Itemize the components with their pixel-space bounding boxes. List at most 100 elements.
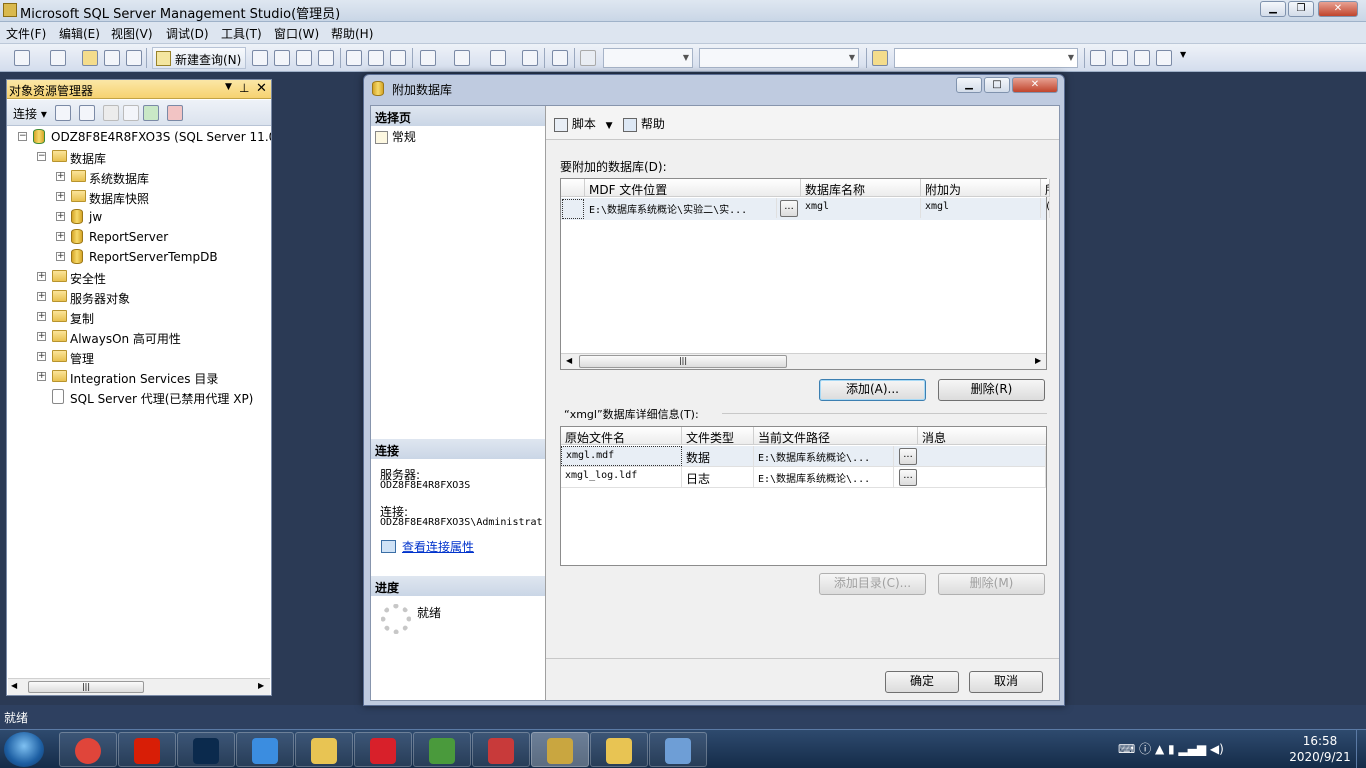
taskbar-app[interactable]	[590, 732, 648, 767]
connect-object-explorer-icon[interactable]	[55, 105, 71, 121]
attach-grid-hscroll-thumb[interactable]: |||	[579, 355, 787, 368]
taskbar-app[interactable]	[59, 732, 117, 767]
close-button[interactable]: ✕	[1318, 1, 1358, 17]
menu-help[interactable]: 帮助(H)	[331, 25, 373, 42]
remove-detail-button[interactable]: 删除(M)	[938, 573, 1045, 595]
connect-dropdown[interactable]: 连接 ▾	[13, 105, 47, 122]
details-header-message[interactable]: 消息	[918, 427, 1046, 445]
navigate-forward-icon[interactable]	[522, 50, 538, 66]
find-in-files-icon[interactable]	[872, 50, 888, 66]
row-selector[interactable]	[562, 199, 584, 219]
tree-node[interactable]: + jw	[7, 207, 271, 227]
tree-node[interactable]: + 管理	[7, 347, 271, 367]
paste-icon[interactable]	[390, 50, 406, 66]
copy-icon[interactable]	[368, 50, 384, 66]
grid-header-mdf[interactable]: MDF 文件位置	[585, 179, 801, 197]
cancel-button[interactable]: 取消	[969, 671, 1043, 693]
tree-node[interactable]: − 数据库	[7, 147, 271, 167]
grid-header-attach-as[interactable]: 附加为	[921, 179, 1041, 197]
tree-node[interactable]: − ODZ8F8E4R8FXO3S (SQL Server 11.0.3	[7, 127, 271, 147]
window-layout-icon[interactable]	[1156, 50, 1172, 66]
expand-icon[interactable]: +	[37, 312, 46, 321]
object-explorer-hscrollbar[interactable]: ◀ ||| ▶	[8, 678, 270, 695]
table-row[interactable]: xmgl_log.ldf 日志 E:\数据库系统概论\... ...	[561, 467, 1046, 488]
cut-icon[interactable]	[346, 50, 362, 66]
collapse-icon[interactable]: −	[37, 152, 46, 161]
dialog-maximize-button[interactable]: □	[984, 77, 1010, 93]
toolbar-options-icon[interactable]: ▼	[1180, 50, 1190, 66]
cell-original-name[interactable]: xmgl_log.ldf	[561, 467, 682, 487]
menu-debug[interactable]: 调试(D)	[166, 25, 209, 42]
browse-mdf-button[interactable]: ...	[780, 200, 798, 217]
taskbar-app[interactable]	[413, 732, 471, 767]
tree-node[interactable]: + 服务器对象	[7, 287, 271, 307]
taskbar-app[interactable]	[472, 732, 530, 767]
grid-header-owner[interactable]: 所	[1041, 179, 1050, 197]
script-button[interactable]: 脚本 ▼	[554, 115, 613, 132]
menu-tools[interactable]: 工具(T)	[221, 25, 262, 42]
stop-icon[interactable]	[103, 105, 119, 121]
cell-message[interactable]	[918, 446, 1046, 466]
new-project-icon[interactable]	[14, 50, 30, 66]
menu-file[interactable]: 文件(F)	[6, 25, 46, 42]
page-general[interactable]: 常规	[375, 128, 416, 145]
save-icon[interactable]	[104, 50, 120, 66]
open-file-icon[interactable]	[82, 50, 98, 66]
menu-window[interactable]: 窗口(W)	[274, 25, 319, 42]
expand-icon[interactable]: +	[37, 292, 46, 301]
database-engine-query-icon[interactable]	[252, 50, 268, 66]
registered-servers-icon[interactable]	[1090, 50, 1106, 66]
tree-node[interactable]: + 复制	[7, 307, 271, 327]
tree-node[interactable]: SQL Server 代理(已禁用代理 XP)	[7, 387, 271, 407]
expand-icon[interactable]: +	[37, 372, 46, 381]
filter-icon[interactable]	[123, 105, 139, 121]
new-query-button[interactable]: 新建查询(N)	[152, 47, 247, 69]
tree-node[interactable]: + 系统数据库	[7, 167, 271, 187]
collapse-icon[interactable]: −	[18, 132, 27, 141]
tree-node[interactable]: + AlwaysOn 高可用性	[7, 327, 271, 347]
tree-node[interactable]: + ReportServer	[7, 227, 271, 247]
hscroll-thumb[interactable]: |||	[28, 681, 144, 693]
start-button[interactable]	[4, 732, 44, 767]
activity-monitor-icon[interactable]	[552, 50, 568, 66]
tree-node[interactable]: + ReportServerTempDB	[7, 247, 271, 267]
dialog-close-button[interactable]: ✕	[1012, 77, 1058, 93]
expand-icon[interactable]: +	[56, 252, 65, 261]
show-desktop-button[interactable]	[1356, 730, 1366, 768]
taskbar-app[interactable]	[531, 732, 589, 767]
expand-icon[interactable]: +	[37, 332, 46, 341]
clock[interactable]: 16:58 2020/9/21	[1280, 733, 1360, 765]
add-database-button[interactable]: 添加(A)...	[819, 379, 926, 401]
tree-node[interactable]: + Integration Services 目录	[7, 367, 271, 387]
table-row[interactable]: E:\数据库系统概论\实验二\实... ... xmgl xmgl (	[561, 198, 1050, 220]
cell-message[interactable]	[918, 467, 1046, 487]
restore-button[interactable]: ❐	[1288, 1, 1314, 17]
details-header-original-name[interactable]: 原始文件名	[561, 427, 682, 445]
dialog-minimize-button[interactable]: ▁	[956, 77, 982, 93]
script-dropdown-icon[interactable]: ▼	[606, 121, 613, 131]
cell-current-path[interactable]: E:\数据库系统概论\...	[754, 467, 894, 487]
taskbar-app[interactable]	[354, 732, 412, 767]
disconnect-icon[interactable]	[79, 105, 95, 121]
refresh-icon[interactable]	[143, 105, 159, 121]
analysis-mdx-query-icon[interactable]	[274, 50, 290, 66]
new-file-icon[interactable]	[50, 50, 66, 66]
help-button[interactable]: 帮助	[623, 115, 665, 132]
execute-icon[interactable]	[580, 50, 596, 66]
solution-configuration-dropdown[interactable]: ▼	[603, 48, 693, 68]
tray-icons[interactable]: ⌨ ⓘ ▲ ▮ ▂▄▆ ◀)	[1118, 740, 1224, 757]
undo-icon[interactable]	[420, 50, 436, 66]
minimize-button[interactable]: ▁	[1260, 1, 1286, 17]
cell-file-type[interactable]: 数据	[682, 446, 754, 466]
toolbox-icon[interactable]	[1134, 50, 1150, 66]
solution-platform-dropdown[interactable]: ▼	[699, 48, 859, 68]
expand-icon[interactable]: +	[56, 172, 65, 181]
grid-header-dbname[interactable]: 数据库名称	[801, 179, 921, 197]
find-text-combo[interactable]: ▼	[894, 48, 1078, 68]
cell-owner[interactable]: (	[1041, 198, 1050, 218]
remove-database-button[interactable]: 删除(R)	[938, 379, 1045, 401]
panel-dropdown-icon[interactable]: ▼	[225, 82, 232, 92]
expand-icon[interactable]: +	[56, 212, 65, 221]
taskbar-app[interactable]	[236, 732, 294, 767]
save-all-icon[interactable]	[126, 50, 142, 66]
